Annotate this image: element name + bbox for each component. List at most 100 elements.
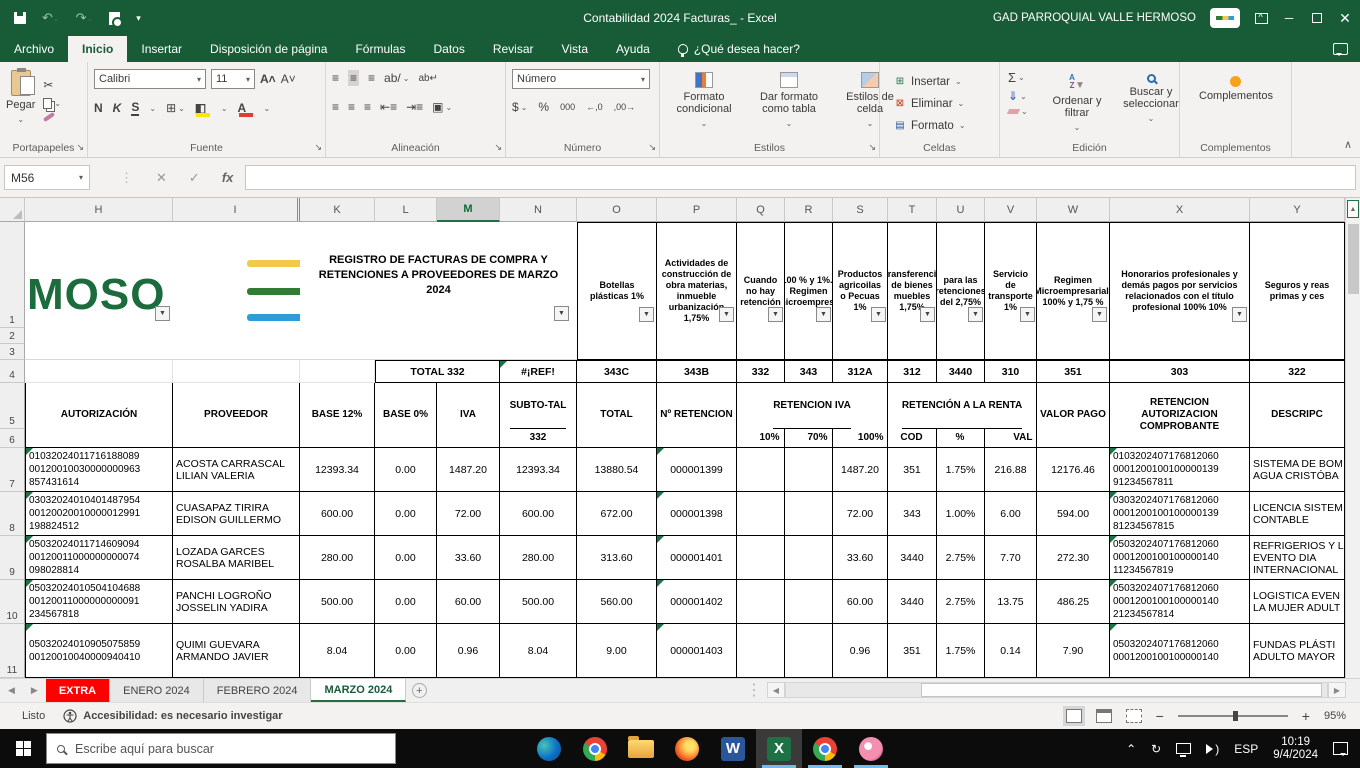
action-center-icon[interactable]: [1333, 742, 1348, 755]
new-sheet-icon[interactable]: +: [406, 679, 432, 702]
column-header-i[interactable]: I: [173, 198, 300, 222]
cell-q4[interactable]: 332: [737, 360, 785, 383]
filter-dropdown-s1[interactable]: ▼: [871, 307, 886, 322]
cell-lm4[interactable]: TOTAL 332: [375, 360, 500, 383]
cell-o7[interactable]: 13880.54: [577, 448, 657, 492]
cell-i4[interactable]: [173, 360, 300, 383]
cell-l7[interactable]: 0.00: [375, 448, 437, 492]
tab-inicio[interactable]: Inicio: [68, 36, 127, 62]
header-cell-x1[interactable]: Honorarios profesionales y demás pagos p…: [1110, 222, 1250, 360]
header-subtotal[interactable]: SUBTO-TAL 332: [500, 383, 577, 448]
sheet-tab-enero[interactable]: ENERO 2024: [110, 679, 204, 702]
cell-r8[interactable]: [785, 492, 833, 536]
header-cell-r1[interactable]: 100 % y 1%.- Regimen microempresa ▼: [785, 222, 833, 360]
merge-center-icon[interactable]: ▣⌄: [432, 100, 452, 114]
addins-button[interactable]: Complementos: [1199, 76, 1273, 102]
cell-q8[interactable]: [737, 492, 785, 536]
cell-h11[interactable]: 0503202401090507585900120010040000940410: [25, 624, 173, 678]
cell-u11[interactable]: 1.75%: [937, 624, 985, 678]
cell-t10[interactable]: 3440: [888, 580, 937, 624]
zoom-level[interactable]: 95%: [1324, 710, 1346, 722]
header-autorizacion[interactable]: AUTORIZACIÓN: [25, 383, 173, 448]
header-proveedor[interactable]: PROVEEDOR: [173, 383, 300, 448]
filter-dropdown-v1[interactable]: ▼: [1020, 307, 1035, 322]
row-header-6[interactable]: 6: [0, 429, 25, 448]
font-size-select[interactable]: 11▾: [211, 69, 255, 89]
header-iva[interactable]: IVA: [437, 383, 500, 448]
scroll-right-icon[interactable]: ▶: [1328, 682, 1346, 698]
page-layout-view-icon[interactable]: [1096, 709, 1112, 723]
comments-icon[interactable]: [1333, 43, 1348, 55]
cell-v7[interactable]: 216.88: [985, 448, 1037, 492]
tab-revisar[interactable]: Revisar: [479, 36, 548, 62]
header-base0[interactable]: BASE 0%: [375, 383, 437, 448]
tab-ayuda[interactable]: Ayuda: [602, 36, 664, 62]
scroll-left-icon[interactable]: ◀: [767, 682, 785, 698]
cell-t4[interactable]: 312: [888, 360, 937, 383]
cell-y11[interactable]: FUNDAS PLÁSTIADULTO MAYOR: [1250, 624, 1345, 678]
cell-t7[interactable]: 351: [888, 448, 937, 492]
cell-w4[interactable]: 351: [1037, 360, 1110, 383]
page-break-view-icon[interactable]: [1126, 709, 1142, 723]
align-middle-icon[interactable]: ≡: [348, 70, 359, 86]
cell-w11[interactable]: 7.90: [1037, 624, 1110, 678]
tab-formulas[interactable]: Fórmulas: [341, 36, 419, 62]
onedrive-icon[interactable]: ↻: [1151, 742, 1161, 756]
bold-icon[interactable]: N: [94, 101, 103, 115]
decrease-indent-icon[interactable]: ⇤≡: [380, 100, 397, 114]
column-header-o[interactable]: O: [577, 198, 657, 222]
wrap-text-icon[interactable]: ab↵: [418, 73, 438, 84]
vertical-scroll-thumb[interactable]: [1348, 224, 1359, 294]
clipboard-dialog-launcher-icon[interactable]: ↘: [76, 142, 84, 153]
filter-dropdown-u1[interactable]: ▼: [968, 307, 983, 322]
font-color-icon[interactable]: A: [238, 101, 254, 115]
cell-v4[interactable]: 310: [985, 360, 1037, 383]
cell-x8[interactable]: 0303202407176812060000120010010000013981…: [1110, 492, 1250, 536]
cell-p8[interactable]: 000001398: [657, 492, 737, 536]
normal-view-icon[interactable]: [1066, 709, 1082, 723]
horizontal-scrollbar[interactable]: ⋮ ◀ ▶: [746, 681, 1346, 699]
cell-h7[interactable]: 0103202401171618808900120010030000000963…: [25, 448, 173, 492]
align-top-icon[interactable]: ≡: [332, 71, 339, 85]
minimize-button[interactable]: ─: [1282, 11, 1296, 25]
cell-p9[interactable]: 000001401: [657, 536, 737, 580]
cell-l11[interactable]: 0.00: [375, 624, 437, 678]
cell-k7[interactable]: 12393.34: [300, 448, 375, 492]
tab-splitter[interactable]: ⋮: [746, 680, 763, 700]
insert-function-icon[interactable]: fx: [222, 170, 234, 185]
cell-p10[interactable]: 000001402: [657, 580, 737, 624]
column-header-v[interactable]: V: [985, 198, 1037, 222]
format-painter-icon[interactable]: [43, 115, 61, 119]
save-icon[interactable]: [14, 12, 26, 24]
find-select-button[interactable]: Buscar y seleccionar ⌄: [1118, 74, 1184, 125]
start-button[interactable]: [0, 729, 46, 768]
tab-vista[interactable]: Vista: [548, 36, 602, 62]
cell-m7[interactable]: 1487.20: [437, 448, 500, 492]
taskbar-word[interactable]: W: [710, 729, 756, 768]
filter-dropdown-o1[interactable]: ▼: [639, 307, 654, 322]
cell-v8[interactable]: 6.00: [985, 492, 1037, 536]
sort-filter-button[interactable]: AZ▼ Ordenar y filtrar ⌄: [1048, 74, 1106, 134]
cell-u9[interactable]: 2.75%: [937, 536, 985, 580]
cell-u8[interactable]: 1.00%: [937, 492, 985, 536]
close-button[interactable]: ✕: [1338, 11, 1352, 25]
header-cell-t1[interactable]: Transferencia de bienes muebles 1,75% ▼: [888, 222, 937, 360]
cell-s4[interactable]: 312A: [833, 360, 888, 383]
header-retencion-iva[interactable]: RETENCION IVA 10% 70% 100%: [737, 383, 888, 448]
cell-i8[interactable]: CUASAPAZ TIRIRAEDISON GUILLERMO: [173, 492, 300, 536]
column-header-y[interactable]: Y: [1250, 198, 1345, 222]
zoom-in-icon[interactable]: +: [1302, 708, 1310, 724]
cell-w9[interactable]: 272.30: [1037, 536, 1110, 580]
increase-decimal-icon[interactable]: ←,0: [586, 102, 603, 112]
cell-r11[interactable]: [785, 624, 833, 678]
cell-p7[interactable]: 000001399: [657, 448, 737, 492]
filter-dropdown-r1[interactable]: ▼: [816, 307, 831, 322]
cell-n10[interactable]: 500.00: [500, 580, 577, 624]
taskbar-excel[interactable]: X: [756, 729, 802, 768]
header-retencion-autorizacion[interactable]: RETENCION AUTORIZACION COMPROBANTE: [1110, 383, 1250, 448]
taskbar-chrome-profile[interactable]: [802, 729, 848, 768]
cell-k9[interactable]: 280.00: [300, 536, 375, 580]
header-cell-q1[interactable]: Cuando no hay retención ▼: [737, 222, 785, 360]
ribbon-display-options-icon[interactable]: [1254, 11, 1268, 25]
cell-x7[interactable]: 0103202407176812060000120010010000013991…: [1110, 448, 1250, 492]
